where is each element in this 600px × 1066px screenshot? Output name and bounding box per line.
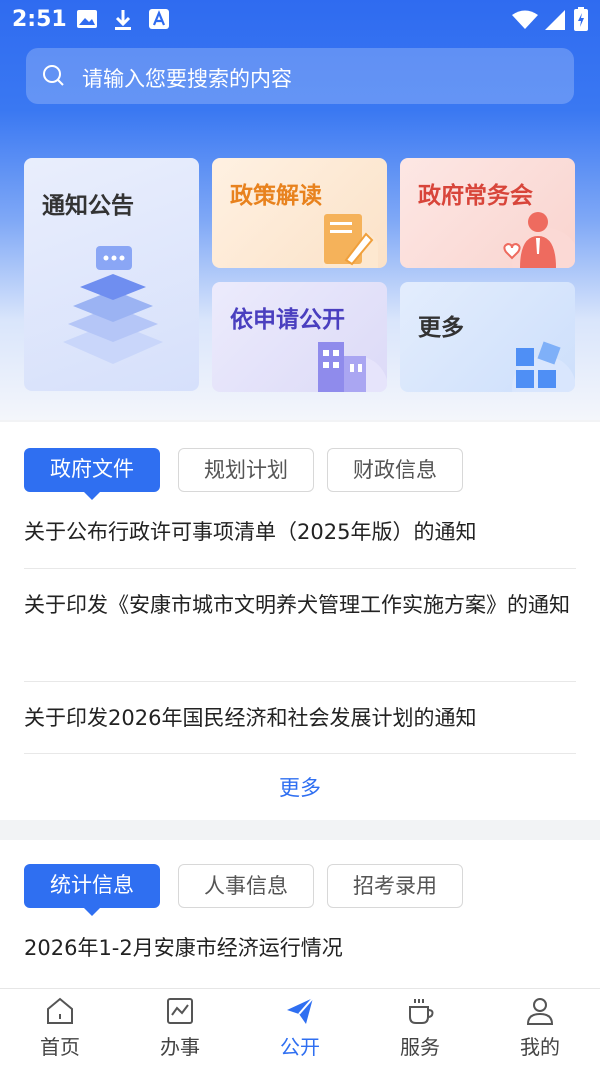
nav-services[interactable]: 办事 bbox=[120, 989, 240, 1066]
search-icon bbox=[43, 65, 64, 86]
list-item[interactable]: 关于印发《安康市城市文明养犬管理工作实施方案》的通知 bbox=[24, 585, 576, 626]
statistics-section: 统计信息 人事信息 招考录用 2026年1-2月安康市经济运行情况 bbox=[0, 840, 600, 990]
status-bar: 2:51 bbox=[0, 0, 600, 40]
nav-service[interactable]: 服务 bbox=[360, 989, 480, 1066]
chart-icon bbox=[167, 998, 193, 1024]
tile-label: 政府常务会 bbox=[418, 183, 533, 209]
home-icon bbox=[47, 997, 73, 1024]
tab-recruitment[interactable]: 招考录用 bbox=[327, 864, 463, 908]
search-input[interactable]: 请输入您要搜索的内容 bbox=[82, 63, 292, 93]
signal-icon bbox=[545, 10, 565, 30]
list-item[interactable]: 2026年1-2月安康市经济运行情况 bbox=[24, 928, 576, 969]
person-heart-icon bbox=[503, 212, 575, 268]
nav-home[interactable]: 首页 bbox=[0, 989, 120, 1066]
tile-label: 通知公告 bbox=[42, 193, 134, 219]
tab-statistics[interactable]: 统计信息 bbox=[24, 864, 160, 916]
tile-label: 依申请公开 bbox=[230, 307, 345, 333]
divider bbox=[24, 568, 576, 569]
coffee-cup-icon bbox=[409, 999, 434, 1024]
tab-government-documents[interactable]: 政府文件 bbox=[24, 448, 160, 500]
person-icon bbox=[526, 998, 554, 1025]
buildings-icon bbox=[318, 342, 387, 392]
tile-more[interactable]: 更多 bbox=[400, 282, 575, 392]
nav-label: 服务 bbox=[400, 1035, 440, 1059]
tile-policy-interpretation[interactable]: 政策解读 bbox=[212, 158, 387, 268]
nav-disclosure[interactable]: 公开 bbox=[240, 989, 360, 1066]
nav-label: 公开 bbox=[280, 1035, 320, 1059]
divider bbox=[24, 753, 576, 754]
nav-label: 我的 bbox=[520, 1035, 560, 1059]
tab-personnel[interactable]: 人事信息 bbox=[178, 864, 314, 908]
tile-disclosure-request[interactable]: 依申请公开 bbox=[212, 282, 387, 392]
document-pencil-icon bbox=[322, 214, 378, 268]
nav-label: 首页 bbox=[40, 1035, 80, 1059]
download-notification-icon bbox=[115, 10, 131, 30]
battery-icon bbox=[574, 7, 588, 31]
list-item[interactable]: 关于公布行政许可事项清单（2025年版）的通知 bbox=[24, 512, 576, 553]
government-documents-section: 政府文件 规划计划 财政信息 关于公布行政许可事项清单（2025年版）的通知 关… bbox=[0, 422, 600, 820]
tile-notice[interactable]: 通知公告 bbox=[24, 158, 199, 391]
tile-label: 政策解读 bbox=[230, 183, 322, 209]
apps-grid-icon bbox=[512, 341, 575, 392]
font-notification-icon bbox=[149, 9, 169, 29]
wifi-icon bbox=[512, 10, 538, 29]
more-link[interactable]: 更多 bbox=[0, 772, 600, 802]
image-notification-icon bbox=[77, 10, 97, 28]
nav-mine[interactable]: 我的 bbox=[480, 989, 600, 1066]
tile-label: 更多 bbox=[418, 315, 464, 341]
search-bar[interactable]: 请输入您要搜索的内容 bbox=[26, 48, 574, 104]
paper-plane-icon bbox=[287, 997, 314, 1024]
list-item[interactable]: 关于印发2026年国民经济和社会发展计划的通知 bbox=[24, 698, 576, 739]
tile-executive-meeting[interactable]: 政府常务会 bbox=[400, 158, 575, 268]
nav-label: 办事 bbox=[160, 1035, 200, 1059]
message-stack-icon bbox=[63, 246, 163, 364]
tab-finance-info[interactable]: 财政信息 bbox=[327, 448, 463, 492]
tab-planning[interactable]: 规划计划 bbox=[178, 448, 314, 492]
divider bbox=[24, 681, 576, 682]
bottom-navigation: 首页 办事 公开 服务 我的 bbox=[0, 988, 600, 1066]
status-time: 2:51 bbox=[12, 7, 67, 32]
